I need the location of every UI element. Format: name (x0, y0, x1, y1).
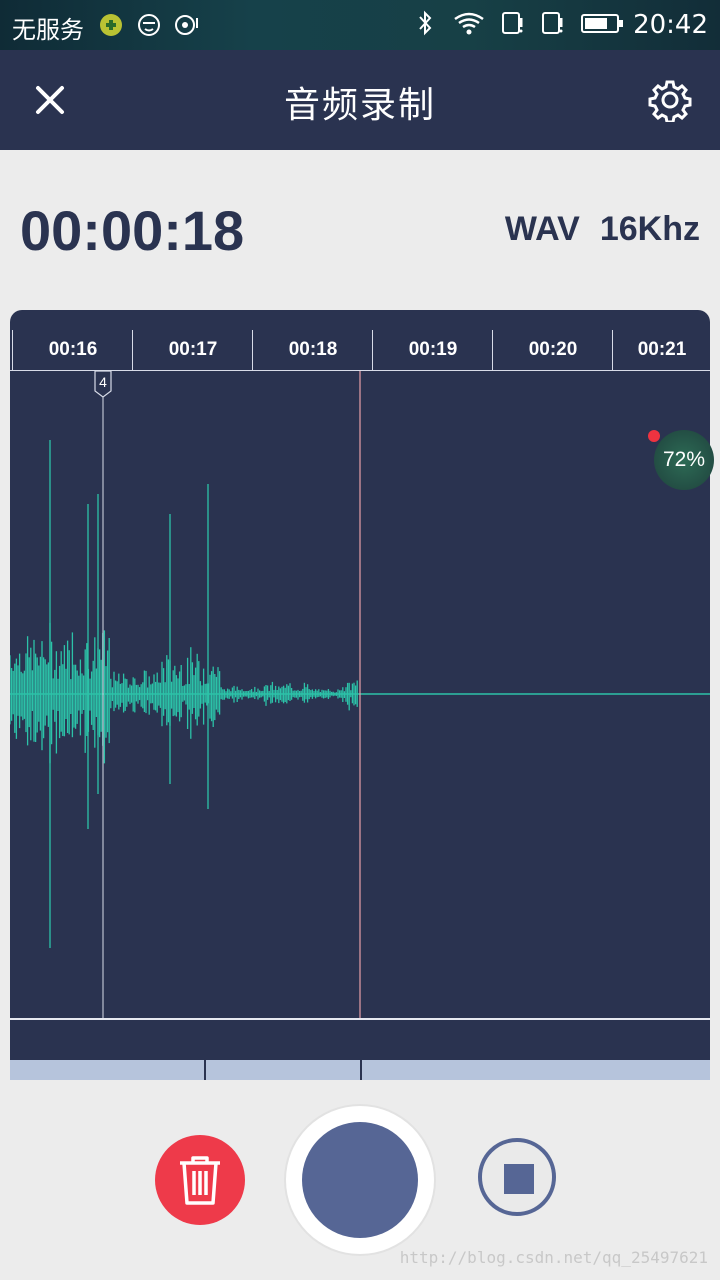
notification-dot (648, 430, 660, 442)
sim-1-icon (502, 12, 523, 34)
marker-flag[interactable]: 4 (94, 371, 112, 398)
timeline-tick: 00:21 (612, 330, 710, 370)
clock: 20:42 (633, 10, 708, 40)
wifi-icon (454, 12, 484, 35)
format-label: WAV (504, 210, 580, 248)
trash-icon (180, 1156, 220, 1205)
timeline-tick: 00:20 (492, 330, 613, 370)
overview-playhead (360, 1060, 362, 1080)
timeline-ruler[interactable]: 00:16 00:17 00:18 00:19 00:20 00:21 (10, 310, 710, 370)
format-info: WAV 16Khz (505, 210, 700, 249)
face-icon (138, 14, 160, 36)
overview-marker (204, 1060, 206, 1080)
app-notification-icon (100, 14, 122, 36)
status-bar: 无服务 20:42 (0, 0, 720, 50)
timeline-tick: 00:17 (132, 330, 253, 370)
sim-2-icon (542, 12, 563, 34)
battery-icon (581, 14, 623, 33)
title-bar: 音频录制 (0, 50, 720, 150)
timeline-tick: 00:19 (372, 330, 493, 370)
stop-icon (504, 1164, 534, 1194)
waveform[interactable]: 4 (10, 371, 710, 1018)
waveform-bottom-line (10, 1018, 710, 1020)
record-button[interactable] (286, 1106, 434, 1254)
marker-label: 4 (99, 374, 107, 390)
delete-button[interactable] (155, 1135, 245, 1225)
watermark: http://blog.csdn.net/qq_25497621 (399, 1248, 708, 1267)
stop-button[interactable] (478, 1138, 556, 1216)
bluetooth-icon (419, 10, 432, 36)
record-icon (302, 1122, 418, 1238)
gear-icon[interactable] (648, 78, 692, 122)
elapsed-time: 00:00:18 (20, 199, 245, 262)
memory-badge[interactable]: 72% (654, 430, 714, 490)
timeline-tick: 00:18 (252, 330, 373, 370)
overview-scrollbar[interactable] (10, 1060, 710, 1080)
timeline-tick: 00:16 (12, 330, 133, 370)
page-title: 音频录制 (283, 85, 436, 126)
waveform-panel[interactable]: 00:16 00:17 00:18 00:19 00:20 00:21 4 (10, 310, 710, 1080)
sample-rate-label: 16Khz (599, 210, 700, 248)
radio-icon (175, 15, 198, 35)
carrier-label: 无服务 (12, 16, 84, 44)
